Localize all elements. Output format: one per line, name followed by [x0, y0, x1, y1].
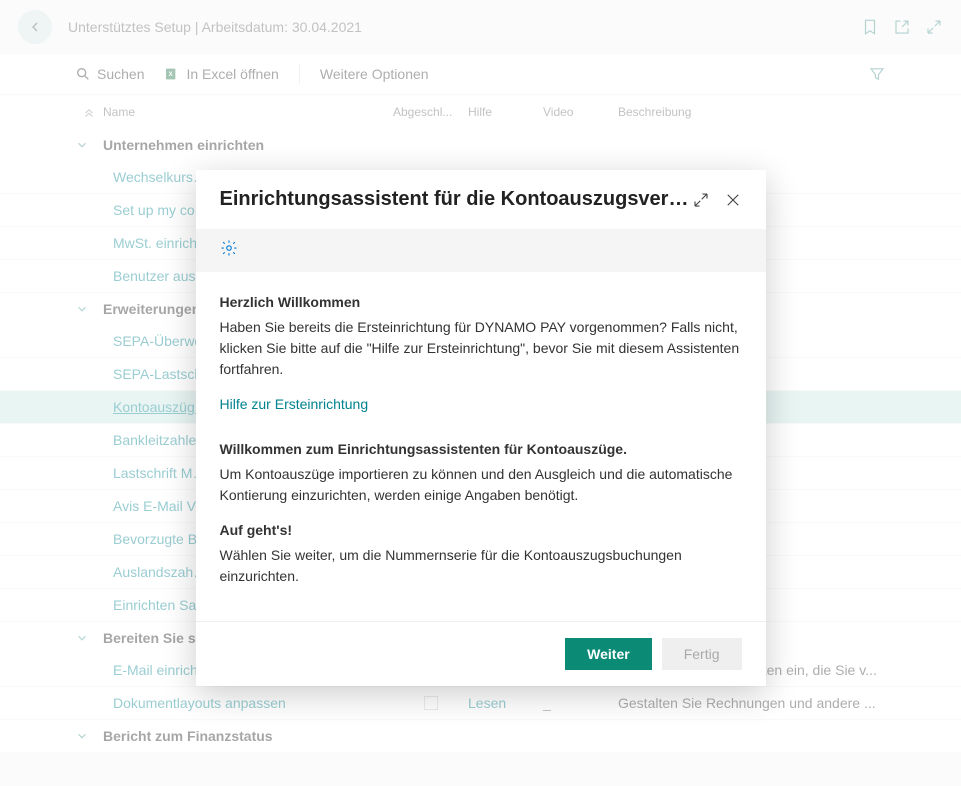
dialog-body: Herzlich Willkommen Haben Sie bereits di…	[196, 272, 766, 621]
dialog-footer: Weiter Fertig	[196, 621, 766, 686]
close-icon[interactable]	[724, 191, 742, 209]
dialog-header: Einrichtungsassistent für die Kontoauszu…	[196, 170, 766, 229]
dialog-subtoolbar	[196, 229, 766, 272]
welcome-heading: Herzlich Willkommen	[220, 292, 742, 313]
expand-dialog-icon[interactable]	[692, 191, 710, 209]
section3-text: Wählen Sie weiter, um die Nummernserie f…	[220, 545, 742, 587]
section3-heading: Auf geht's!	[220, 520, 742, 541]
section2-text: Um Kontoauszüge importieren zu können un…	[220, 464, 742, 506]
help-link[interactable]: Hilfe zur Ersteinrichtung	[220, 394, 369, 415]
done-button: Fertig	[662, 638, 742, 670]
gear-icon[interactable]	[220, 239, 238, 257]
modal-overlay: Einrichtungsassistent für die Kontoauszu…	[0, 0, 961, 786]
section2-heading: Willkommen zum Einrichtungsassistenten f…	[220, 439, 742, 460]
next-button[interactable]: Weiter	[565, 638, 652, 670]
welcome-text: Haben Sie bereits die Ersteinrichtung fü…	[220, 317, 742, 380]
setup-wizard-dialog: Einrichtungsassistent für die Kontoauszu…	[196, 170, 766, 686]
dialog-title: Einrichtungsassistent für die Kontoauszu…	[220, 188, 692, 211]
